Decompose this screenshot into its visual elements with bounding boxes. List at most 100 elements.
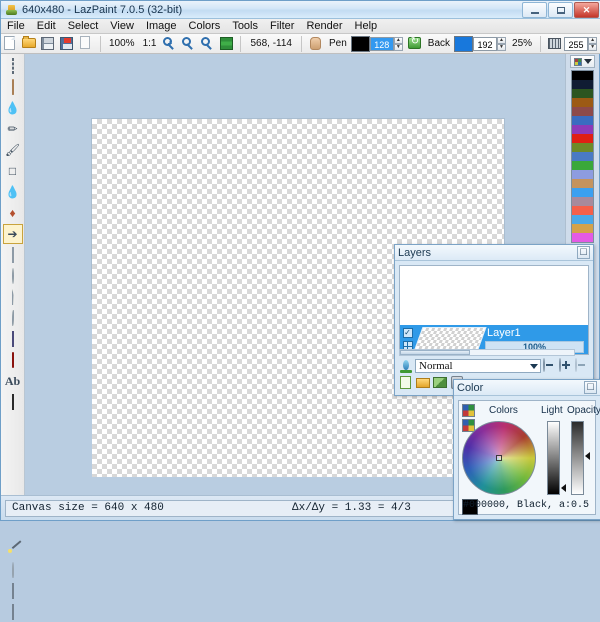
opacity-slider[interactable] xyxy=(571,421,584,495)
lightness-slider-handle[interactable] xyxy=(561,484,566,492)
foreground-swatch-icon[interactable] xyxy=(462,404,475,417)
select-rect-tool[interactable] xyxy=(3,56,23,76)
palette-color-10[interactable] xyxy=(572,161,593,170)
open-layer-icon[interactable] xyxy=(416,375,431,390)
hand-tool[interactable] xyxy=(3,77,23,97)
menu-file[interactable]: File xyxy=(1,19,31,34)
zoom-in-icon[interactable]: + xyxy=(161,35,178,52)
menu-tools[interactable]: Tools xyxy=(226,19,264,34)
menu-edit[interactable]: Edit xyxy=(31,19,62,34)
texture-icon[interactable] xyxy=(546,35,563,52)
open-file-icon[interactable] xyxy=(21,35,38,52)
close-icon[interactable]: ☐ xyxy=(577,246,590,259)
palette-color-11[interactable] xyxy=(572,170,593,179)
palette-color-16[interactable] xyxy=(572,215,593,224)
menu-render[interactable]: Render xyxy=(300,19,348,34)
magic-select-tool[interactable] xyxy=(3,539,23,559)
menu-select[interactable]: Select xyxy=(62,19,105,34)
close-icon[interactable]: ☐ xyxy=(584,381,597,394)
rectangle-tool[interactable] xyxy=(3,245,23,265)
zoom-ratio-label[interactable]: 1:1 xyxy=(139,38,161,49)
blur-tool[interactable] xyxy=(3,434,23,454)
fill-shape-tool[interactable] xyxy=(3,350,23,370)
save-as-icon[interactable] xyxy=(59,35,76,52)
back-color-swatch[interactable] xyxy=(454,36,473,52)
pen-alpha-stepper[interactable]: ▲▼ xyxy=(394,37,403,51)
menu-colors[interactable]: Colors xyxy=(183,19,227,34)
zoom-reset-icon[interactable] xyxy=(575,359,589,373)
back-alpha-stepper[interactable]: ▲▼ xyxy=(497,37,506,51)
import-layer-icon[interactable] xyxy=(433,375,448,390)
palette-color-15[interactable] xyxy=(572,206,593,215)
pen-alpha-value[interactable]: 128 xyxy=(370,37,394,51)
save-file-icon[interactable] xyxy=(40,35,57,52)
layer-list-scrollbar[interactable] xyxy=(399,349,575,356)
sharpen-tool[interactable] xyxy=(3,455,23,475)
brush-tool[interactable]: 🖌 xyxy=(3,140,23,160)
curve-tool[interactable] xyxy=(3,308,23,328)
polygon-tool[interactable] xyxy=(3,287,23,307)
gradient-tool[interactable] xyxy=(3,329,23,349)
pen-color-swatch[interactable] xyxy=(351,36,370,52)
palette-color-3[interactable] xyxy=(572,98,593,107)
pen-tool[interactable]: ✏ xyxy=(3,119,23,139)
minimize-button[interactable] xyxy=(522,2,547,18)
color-picker-tool[interactable]: 💧 xyxy=(3,98,23,118)
smudge-tool[interactable] xyxy=(3,476,23,496)
zoom-out-icon[interactable] xyxy=(543,359,557,373)
layers-stack-icon[interactable] xyxy=(218,35,235,52)
color-wheel[interactable] xyxy=(462,421,536,495)
palette-header[interactable] xyxy=(570,55,595,68)
back-alpha-value[interactable]: 192 xyxy=(473,37,497,51)
layer-list[interactable]: ✓ Layer1 100% xyxy=(399,265,589,355)
palette-color-8[interactable] xyxy=(572,143,593,152)
texture-value[interactable]: 255 xyxy=(564,37,588,51)
chevron-down-icon[interactable] xyxy=(584,59,592,64)
color-panel[interactable]: Color ☐ Colors Light Opacity #000000, Bl… xyxy=(453,379,600,520)
magic-wand-tool[interactable] xyxy=(3,518,23,538)
palette-color-6[interactable] xyxy=(572,125,593,134)
dodge-tool[interactable] xyxy=(3,560,23,580)
visible-checkbox[interactable]: ✓ xyxy=(403,328,413,338)
scrollbar-thumb[interactable] xyxy=(400,350,470,355)
palette-color-13[interactable] xyxy=(572,188,593,197)
move-selection-tool[interactable]: ➔ xyxy=(3,224,23,244)
menu-view[interactable]: View xyxy=(104,19,140,34)
ellipse-tool[interactable] xyxy=(3,266,23,286)
new-file-icon[interactable] xyxy=(2,35,19,52)
blend-mode-select[interactable]: Normal xyxy=(415,359,541,373)
zoom-out-icon[interactable]: - xyxy=(180,35,197,52)
maximize-button[interactable] xyxy=(548,2,573,18)
perspective-tool[interactable] xyxy=(3,392,23,412)
eraser-tool[interactable]: □ xyxy=(3,161,23,181)
palette-color-12[interactable] xyxy=(572,179,593,188)
palette-color-1[interactable] xyxy=(572,80,593,89)
paint-bucket-tool[interactable]: 💧 xyxy=(3,182,23,202)
palette-color-list[interactable] xyxy=(571,70,594,243)
palette-color-9[interactable] xyxy=(572,152,593,161)
shape-tool[interactable] xyxy=(3,413,23,433)
texture-stepper[interactable]: ▲▼ xyxy=(588,37,597,51)
copy-icon[interactable] xyxy=(78,35,95,52)
zoom-in-icon[interactable] xyxy=(559,359,573,373)
palette-color-0[interactable] xyxy=(572,71,593,80)
menu-help[interactable]: Help xyxy=(349,19,384,34)
new-layer-icon[interactable] xyxy=(399,375,414,390)
close-button[interactable]: ✕ xyxy=(574,2,599,18)
palette-color-2[interactable] xyxy=(572,89,593,98)
image-tool[interactable] xyxy=(3,581,23,601)
opacity-slider-handle[interactable] xyxy=(585,452,590,460)
swap-colors-icon[interactable] xyxy=(406,35,423,52)
palette-color-17[interactable] xyxy=(572,224,593,233)
zoom-level-label[interactable]: 100% xyxy=(105,38,139,49)
palette-color-7[interactable] xyxy=(572,134,593,143)
color-wheel-cursor[interactable] xyxy=(496,455,502,461)
palette-color-5[interactable] xyxy=(572,116,593,125)
hand-icon[interactable] xyxy=(307,35,324,52)
menu-filter[interactable]: Filter xyxy=(264,19,300,34)
menu-image[interactable]: Image xyxy=(140,19,183,34)
lightness-slider[interactable] xyxy=(547,421,560,495)
layer-name[interactable]: Layer1 xyxy=(485,327,584,339)
layers-panel[interactable]: Layers ☐ ✓ Layer1 100% Normal xyxy=(394,244,594,396)
zoom-fit-icon[interactable] xyxy=(199,35,216,52)
